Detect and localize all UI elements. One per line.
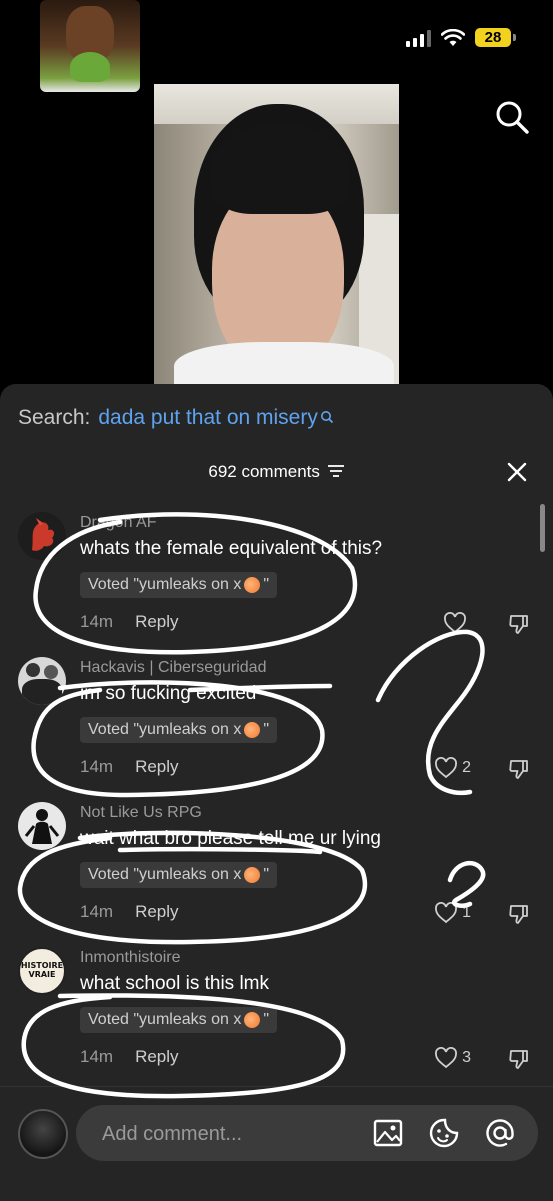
heart-icon — [444, 612, 466, 634]
comment-input-container[interactable] — [76, 1105, 538, 1161]
comment-text: what school is this lmk — [80, 973, 270, 994]
search-icon[interactable] — [493, 98, 531, 136]
comment-item: Dragon AF whats the female equivalent of… — [0, 512, 553, 657]
peach-icon — [244, 867, 261, 883]
like-count: 1 — [462, 904, 471, 921]
search-small-icon — [320, 411, 333, 424]
vote-suffix: " — [263, 866, 270, 883]
vote-suffix: " — [263, 1011, 270, 1028]
comment-count: 692 comments — [208, 462, 320, 481]
like-button[interactable]: 1 — [434, 902, 471, 924]
comment-username[interactable]: Inmonthistoire — [80, 949, 181, 967]
comment-time: 14m — [80, 757, 114, 776]
poll-vote-badge: Voted "yumleaks on x " — [80, 1007, 278, 1033]
comment-username[interactable]: Dragon AF — [80, 514, 156, 532]
status-bar: 28 — [0, 0, 553, 92]
dislike-icon[interactable] — [507, 1047, 531, 1071]
poll-vote-badge: Voted "yumleaks on x " — [80, 572, 278, 598]
vote-suffix: " — [263, 721, 270, 738]
dislike-icon[interactable] — [507, 612, 531, 636]
comment-text: wait what bro please tell me ur lying — [80, 828, 381, 849]
heart-icon — [435, 757, 458, 779]
comment-time: 14m — [80, 612, 114, 631]
like-button[interactable]: 2 — [434, 757, 471, 779]
avatar[interactable] — [18, 657, 66, 705]
video-person-fringe — [210, 124, 350, 214]
avatar[interactable] — [18, 802, 66, 850]
dislike-icon[interactable] — [507, 757, 531, 781]
heart-icon — [435, 1047, 458, 1069]
vote-text: Voted "yumleaks on x — [88, 866, 242, 883]
reply-button[interactable]: Reply — [135, 902, 178, 922]
mention-icon[interactable] — [484, 1117, 516, 1149]
figure-avatar-icon — [24, 809, 60, 844]
comment-composer — [0, 1086, 553, 1201]
comment-text: im so fucking excited — [80, 683, 257, 704]
vote-text: Voted "yumleaks on x — [88, 721, 242, 738]
video-preview[interactable] — [154, 84, 399, 384]
image-icon[interactable] — [372, 1117, 404, 1149]
video-person-shirt — [174, 342, 394, 384]
vote-suffix: " — [263, 576, 270, 593]
comment-item: Hackavis | Ciberseguridad im so fucking … — [0, 657, 553, 802]
reply-button[interactable]: Reply — [135, 757, 178, 777]
related-search[interactable]: Search: dada put that on misery — [18, 406, 334, 430]
sticker-image — [40, 0, 140, 92]
poll-vote-badge: Voted "yumleaks on x " — [80, 862, 278, 888]
comment-meta: 14m Reply — [80, 612, 179, 632]
comment-count-header[interactable]: 692 comments — [0, 462, 553, 482]
dragon-avatar-icon — [32, 518, 55, 551]
peach-icon — [244, 1012, 261, 1028]
comment-meta: 14m Reply — [80, 902, 179, 922]
comment-username[interactable]: Hackavis | Ciberseguridad — [80, 659, 266, 677]
peach-icon — [244, 722, 261, 738]
cellular-signal-icon — [406, 29, 431, 47]
comment-time: 14m — [80, 902, 114, 921]
vote-text: Voted "yumleaks on x — [88, 576, 242, 593]
vote-text: Voted "yumleaks on x — [88, 1011, 242, 1028]
like-button[interactable] — [443, 612, 471, 634]
battery-indicator: 28 — [475, 28, 516, 47]
avatar[interactable] — [18, 512, 66, 560]
comment-text: whats the female equivalent of this? — [80, 538, 383, 559]
sticker-grass — [70, 52, 110, 82]
like-button[interactable]: 3 — [434, 1047, 471, 1069]
comment-input[interactable] — [100, 1119, 354, 1149]
like-count: 2 — [462, 759, 471, 776]
sort-icon[interactable] — [327, 464, 345, 478]
comment-item: Not Like Us RPG wait what bro please tel… — [0, 802, 553, 947]
search-query-link[interactable]: dada put that on misery — [98, 406, 317, 430]
comment-username[interactable]: Not Like Us RPG — [80, 804, 202, 822]
emoji-sticker-icon[interactable] — [428, 1117, 460, 1149]
search-label: Search: — [18, 406, 91, 429]
current-user-avatar[interactable] — [18, 1109, 68, 1159]
like-count: 3 — [462, 1049, 471, 1066]
comment-time: 14m — [80, 1047, 114, 1066]
reply-button[interactable]: Reply — [135, 612, 178, 632]
reply-button[interactable]: Reply — [135, 1047, 178, 1067]
peach-icon — [244, 577, 261, 593]
avatar[interactable]: HISTOIRE VRAIE — [18, 947, 66, 995]
wifi-icon — [441, 28, 465, 46]
poll-vote-badge: Voted "yumleaks on x " — [80, 717, 278, 743]
dislike-icon[interactable] — [507, 902, 531, 926]
comment-meta: 14m Reply — [80, 1047, 179, 1067]
status-icons: 28 — [406, 28, 516, 47]
avatar-logo-text: HISTOIRE VRAIE — [20, 961, 64, 979]
comments-sheet: Search: dada put that on misery 692 comm… — [0, 384, 553, 1200]
comment-meta: 14m Reply — [80, 757, 179, 777]
heart-icon — [435, 902, 458, 924]
close-icon[interactable] — [505, 460, 529, 484]
comment-item: HISTOIRE VRAIE Inmonthistoire what school… — [0, 947, 553, 1092]
